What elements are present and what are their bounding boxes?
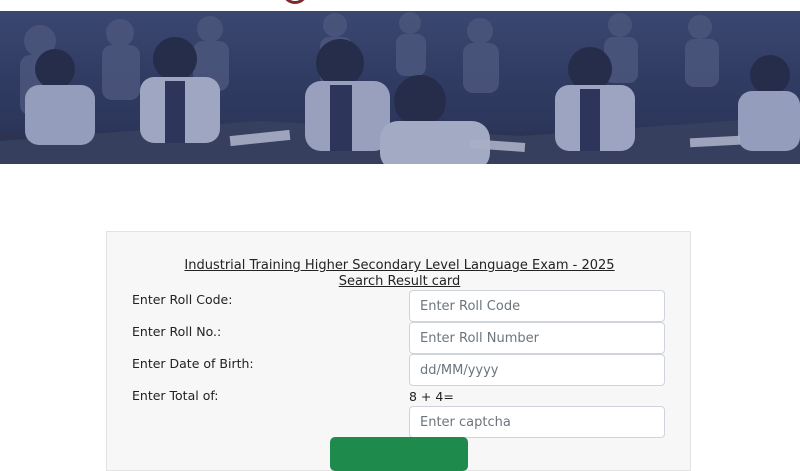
- top-header-strip: [0, 0, 800, 11]
- banner-image: [0, 11, 800, 164]
- captcha-input[interactable]: [409, 406, 665, 438]
- result-search-card: Industrial Training Higher Secondary Lev…: [106, 231, 691, 471]
- logo-emblem-icon: [282, 0, 308, 4]
- form-title-line-2: Search Result card: [338, 274, 461, 289]
- captcha-label: Enter Total of:: [132, 388, 219, 403]
- form-title: Industrial Training Higher Secondary Lev…: [107, 258, 692, 290]
- captcha-question: 8 + 4=: [409, 389, 454, 404]
- roll-code-input[interactable]: [409, 290, 665, 322]
- roll-no-label: Enter Roll No.:: [132, 324, 222, 339]
- roll-code-label: Enter Roll Code:: [132, 292, 233, 307]
- form-title-line-1: Industrial Training Higher Secondary Lev…: [184, 258, 615, 273]
- dob-label: Enter Date of Birth:: [132, 356, 254, 371]
- date-of-birth-input[interactable]: [409, 354, 665, 386]
- banner-overlay: [0, 11, 800, 164]
- roll-number-input[interactable]: [409, 322, 665, 354]
- submit-button[interactable]: [330, 437, 468, 471]
